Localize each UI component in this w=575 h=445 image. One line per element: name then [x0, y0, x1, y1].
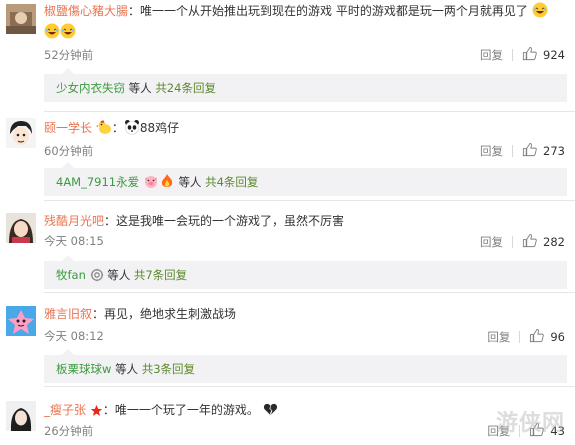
comment-item: 颐一学长 ： 88鸡仔 60分钟前 回复 273 4AM_7911永爱 等人 共4… — [0, 112, 575, 200]
like-count: 96 — [550, 330, 565, 344]
laughing-emoji-icon — [60, 23, 76, 44]
divider — [519, 331, 521, 343]
colon: ： — [104, 214, 117, 228]
comment-body: _瘦子张 ：唯一一个玩了一年的游戏。 — [44, 401, 567, 422]
comment-time: 今天 08:12 — [44, 329, 104, 343]
reply-button[interactable]: 回复 — [487, 329, 510, 345]
people-suffix: 等人 — [128, 81, 152, 95]
comment-body: 颐一学长 ： 88鸡仔 — [44, 119, 567, 140]
reply-user-link[interactable]: 牧fan — [56, 268, 86, 282]
people-suffix: 等人 — [115, 362, 139, 376]
people-suffix: 等人 — [178, 175, 202, 189]
rooster-emoji-icon — [95, 119, 112, 140]
colon: ： — [128, 4, 141, 18]
comment-time: 52分钟前 — [44, 48, 94, 62]
reply-count-link[interactable]: 共24条回复 — [155, 81, 216, 95]
comment-item: 椒鹽傷心豬大腸：唯一一个从开始推出玩到现在的游戏 平时的游戏都是玩一两个月就再见… — [0, 0, 575, 110]
comment-actions: 回复 924 — [480, 46, 565, 64]
laughing-emoji-icon — [532, 2, 548, 23]
comment-item: 雅言旧叙：再见，绝地求生刺激战场 今天 08:12 回复 96 板栗球球w 等人… — [0, 293, 575, 383]
reply-button[interactable]: 回复 — [480, 234, 503, 250]
star-badge-icon — [90, 404, 103, 422]
reply-button[interactable]: 回复 — [480, 47, 503, 63]
people-suffix: 等人 — [107, 268, 131, 282]
panda-emoji-icon — [124, 119, 140, 140]
reply-count-link[interactable]: 共4条回复 — [205, 175, 258, 189]
thumbs-up-icon[interactable] — [529, 328, 545, 346]
colon: ： — [102, 403, 115, 417]
colon: ： — [92, 307, 105, 321]
reply-button[interactable]: 回复 — [480, 143, 503, 159]
comment-time: 60分钟前 — [44, 144, 94, 158]
comment-item: 残酷月光吧：这是我唯一会玩的一个游戏了，虽然不厉害 今天 08:15 回复 28… — [0, 201, 575, 289]
comment-time: 今天 08:15 — [44, 234, 104, 248]
comment-text: 唯一一个从开始推出玩到现在的游戏 平时的游戏都是玩一两个月就再见了 — [140, 4, 528, 18]
replies-summary[interactable]: 牧fan 等人 共7条回复 — [44, 255, 567, 292]
replies-summary[interactable]: 板栗球球w 等人 共3条回复 — [44, 349, 567, 383]
comment-text: 再见，绝地求生刺激战场 — [104, 307, 237, 321]
avatar[interactable] — [6, 118, 36, 148]
comment-actions: 回复 282 — [480, 233, 565, 251]
username-link[interactable]: 颐一学长 — [44, 121, 92, 135]
username-link[interactable]: 椒鹽傷心豬大腸 — [44, 4, 128, 18]
comment-body: 椒鹽傷心豬大腸：唯一一个从开始推出玩到现在的游戏 平时的游戏都是玩一两个月就再见… — [44, 2, 567, 44]
avatar[interactable] — [6, 213, 36, 243]
fire-emoji-icon — [159, 171, 175, 199]
divider — [512, 49, 514, 61]
avatar[interactable] — [6, 4, 36, 34]
like-count: 273 — [543, 144, 565, 158]
comment-actions: 回复 273 — [480, 142, 565, 160]
comment-text: 88鸡仔 — [139, 121, 180, 135]
like-count: 282 — [543, 235, 565, 249]
avatar[interactable] — [6, 401, 36, 431]
reply-count-link[interactable]: 共3条回复 — [142, 362, 195, 376]
thumbs-up-icon[interactable] — [522, 46, 537, 64]
comment-text: 这是我唯一会玩的一个游戏了，虽然不厉害 — [116, 214, 345, 228]
thumbs-up-icon[interactable] — [522, 233, 537, 251]
comment-time: 26分钟前 — [44, 424, 94, 438]
watermark-logo: 游侠网 — [495, 410, 565, 436]
reply-user-link[interactable]: 板栗球球w — [56, 362, 111, 376]
reply-user-link[interactable]: 4AM_7911永爱 — [56, 175, 139, 189]
comment-item: _瘦子张 ：唯一一个玩了一年的游戏。 26分钟前 回复 43 — [0, 387, 575, 445]
divider — [512, 236, 514, 248]
username-link[interactable]: _瘦子张 — [44, 403, 86, 417]
divider — [512, 145, 514, 157]
colon: ： — [111, 121, 124, 135]
laughing-emoji-icon — [44, 23, 60, 44]
username-link[interactable]: 残酷月光吧 — [44, 214, 104, 228]
gear-badge-icon — [90, 264, 104, 292]
broken-heart-emoji-icon — [263, 402, 278, 422]
username-link[interactable]: 雅言旧叙 — [44, 307, 92, 321]
like-count: 924 — [543, 48, 565, 62]
reply-count-link[interactable]: 共7条回复 — [134, 268, 187, 282]
thumbs-up-icon[interactable] — [522, 142, 537, 160]
pig-emoji-icon — [143, 171, 159, 199]
replies-summary[interactable]: 4AM_7911永爱 等人 共4条回复 — [44, 162, 567, 199]
comment-actions: 回复 96 — [487, 328, 565, 346]
comment-body: 雅言旧叙：再见，绝地求生刺激战场 — [44, 305, 567, 323]
replies-summary[interactable]: 少女内衣失窃 等人 共24条回复 — [44, 68, 567, 102]
reply-user-link[interactable]: 少女内衣失窃 — [56, 81, 125, 95]
comment-body: 残酷月光吧：这是我唯一会玩的一个游戏了，虽然不厉害 — [44, 212, 567, 230]
comment-text: 唯一一个玩了一年的游戏。 — [114, 403, 259, 417]
avatar[interactable] — [6, 306, 36, 336]
